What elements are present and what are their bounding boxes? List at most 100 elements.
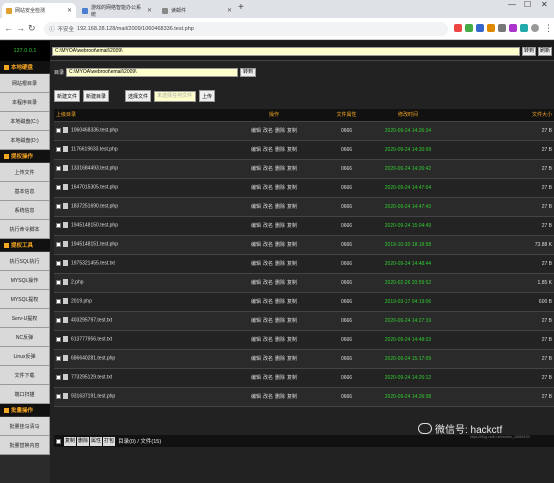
extension-icon[interactable]	[487, 24, 495, 32]
file-name-link[interactable]: 1331684493.test.php	[71, 166, 118, 172]
file-op-link[interactable]: 复制	[287, 204, 297, 210]
sidebar-item[interactable]: Linux反弹	[0, 347, 50, 366]
file-attributes[interactable]: 0666	[329, 273, 364, 293]
file-op-link[interactable]: 编辑	[251, 394, 261, 400]
sidebar-item[interactable]: 文件下载	[0, 366, 50, 385]
sidebar-item[interactable]: MYSQL提权	[0, 290, 50, 309]
row-checkbox[interactable]	[56, 355, 61, 361]
file-modified-time[interactable]: 2019-03-17 04:19:06	[364, 292, 452, 312]
file-op-link[interactable]: 复制	[287, 280, 297, 286]
batch-pack-button[interactable]: 打包	[103, 436, 116, 446]
file-op-link[interactable]: 复制	[287, 261, 297, 267]
directory-go-button[interactable]: 转到	[240, 68, 257, 77]
file-op-link[interactable]: 改名	[263, 185, 273, 191]
file-op-link[interactable]: 删除	[275, 223, 285, 229]
tab-close-icon[interactable]: ✕	[67, 7, 72, 14]
file-op-link[interactable]: 编辑	[251, 356, 261, 362]
row-checkbox[interactable]	[56, 374, 61, 380]
go-button[interactable]: 转到	[522, 47, 537, 56]
file-attributes[interactable]: 0666	[329, 197, 364, 217]
file-name-link[interactable]: 1945148150.test.php	[71, 223, 118, 229]
file-op-link[interactable]: 复制	[287, 185, 297, 191]
file-op-link[interactable]: 改名	[263, 223, 273, 229]
file-modified-time[interactable]: 2020-09-24 14:26:38	[364, 387, 452, 407]
file-op-link[interactable]: 复制	[287, 299, 297, 305]
file-op-link[interactable]: 删除	[275, 356, 285, 362]
file-modified-time[interactable]: 2020-02-26 20:59:52	[364, 273, 452, 293]
file-op-link[interactable]: 复制	[287, 356, 297, 362]
file-attributes[interactable]: 0666	[329, 387, 364, 407]
file-name-link[interactable]: 1945148151.test.php	[71, 242, 118, 248]
file-modified-time[interactable]: 2020-09-24 15:04:49	[364, 216, 452, 236]
file-name-link[interactable]: 931637191.test.php	[71, 394, 115, 400]
file-op-link[interactable]: 删除	[275, 242, 285, 248]
file-op-link[interactable]: 改名	[263, 261, 273, 267]
sidebar-item[interactable]: 本地磁盘(C:)	[0, 112, 50, 131]
file-op-link[interactable]: 编辑	[251, 280, 261, 286]
file-op-link[interactable]: 删除	[275, 166, 285, 172]
row-checkbox[interactable]	[56, 203, 61, 209]
file-op-link[interactable]: 删除	[275, 185, 285, 191]
row-checkbox[interactable]	[56, 298, 61, 304]
sidebar-item[interactable]: 基本信息	[0, 182, 50, 201]
row-checkbox[interactable]	[56, 127, 61, 133]
file-op-link[interactable]: 复制	[287, 337, 297, 343]
file-modified-time[interactable]: 2020-09-24 14:26:42	[364, 159, 452, 179]
file-op-link[interactable]: 删除	[275, 299, 285, 305]
tab-close-icon[interactable]: ✕	[227, 7, 232, 14]
row-checkbox[interactable]	[56, 222, 61, 228]
file-op-link[interactable]: 改名	[263, 280, 273, 286]
file-name-link[interactable]: 613777956.test.txt	[71, 337, 112, 343]
file-op-link[interactable]: 删除	[275, 261, 285, 267]
sidebar-item[interactable]: 执行SQL执行	[0, 252, 50, 271]
new-tab-icon[interactable]: +	[238, 2, 244, 13]
file-op-link[interactable]: 改名	[263, 147, 273, 153]
refresh-button[interactable]: 刷新	[538, 47, 553, 56]
choose-file-button[interactable]: 选择文件	[125, 90, 152, 102]
maximize-icon[interactable]: ☐	[524, 0, 531, 9]
browser-tab-3[interactable]: 读邮件 ✕	[158, 3, 236, 18]
parent-directory-link[interactable]: 上级目录	[54, 109, 219, 122]
file-op-link[interactable]: 编辑	[251, 299, 261, 305]
file-modified-time[interactable]: 2020-09-24 14:26:34	[364, 121, 452, 141]
extension-icon[interactable]	[476, 24, 484, 32]
new-file-button[interactable]: 新建文件	[54, 90, 81, 102]
file-op-link[interactable]: 改名	[263, 299, 273, 305]
file-attributes[interactable]: 0666	[329, 159, 364, 179]
file-op-link[interactable]: 复制	[287, 166, 297, 172]
file-name-link[interactable]: 403295797.test.txt	[71, 318, 112, 324]
row-checkbox[interactable]	[56, 393, 61, 399]
file-attributes[interactable]: 0666	[329, 216, 364, 236]
file-op-link[interactable]: 编辑	[251, 242, 261, 248]
sidebar-item[interactable]: 批量挂马清马	[0, 417, 50, 436]
batch-delete-button[interactable]: 删除	[77, 436, 90, 446]
file-attributes[interactable]: 0666	[329, 292, 364, 312]
directory-input[interactable]: C:\MYOA\webroot\email\2009\	[66, 68, 239, 77]
batch-attributes-button[interactable]: 属性	[90, 436, 103, 446]
sidebar-item[interactable]: 系统信息	[0, 201, 50, 220]
sidebar-item[interactable]: MYSQL操作	[0, 271, 50, 290]
file-op-link[interactable]: 删除	[275, 204, 285, 210]
upload-button[interactable]: 上传	[199, 90, 216, 102]
file-name-link[interactable]: 773295129.test.txt	[71, 375, 112, 381]
file-op-link[interactable]: 复制	[287, 318, 297, 324]
file-attributes[interactable]: 0666	[329, 349, 364, 369]
file-op-link[interactable]: 编辑	[251, 185, 261, 191]
file-attributes[interactable]: 0666	[329, 368, 364, 388]
sidebar-item[interactable]: 上传文件	[0, 163, 50, 182]
file-attributes[interactable]: 0666	[329, 330, 364, 350]
file-op-link[interactable]: 改名	[263, 337, 273, 343]
row-checkbox[interactable]	[56, 336, 61, 342]
row-checkbox[interactable]	[56, 146, 61, 152]
select-all-checkbox[interactable]	[56, 438, 61, 444]
file-op-link[interactable]: 编辑	[251, 223, 261, 229]
row-checkbox[interactable]	[56, 165, 61, 171]
file-op-link[interactable]: 删除	[275, 318, 285, 324]
file-op-link[interactable]: 编辑	[251, 318, 261, 324]
file-op-link[interactable]: 删除	[275, 337, 285, 343]
file-name-link[interactable]: 1176619633.test.php	[71, 147, 118, 153]
file-op-link[interactable]: 复制	[287, 223, 297, 229]
sidebar-item[interactable]: 执行命令脚本	[0, 220, 50, 239]
file-op-link[interactable]: 复制	[287, 128, 297, 134]
file-name-link[interactable]: 686640281.test.php	[71, 356, 115, 362]
